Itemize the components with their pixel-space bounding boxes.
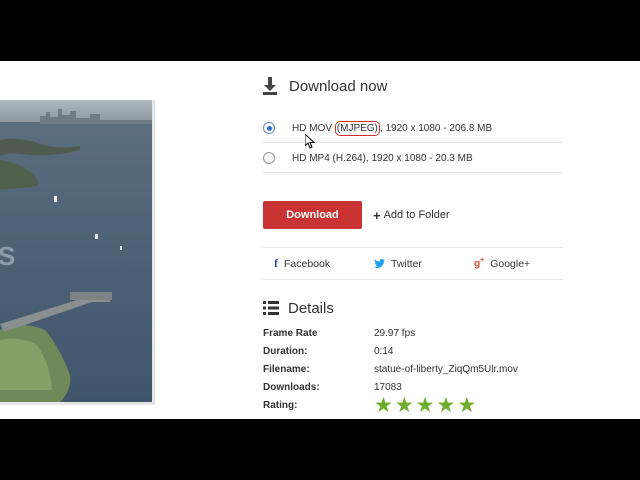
- share-row: f Facebook Twitter g+ Google+: [263, 247, 563, 280]
- share-twitter-label: Twitter: [391, 257, 422, 270]
- detail-row-duration: Duration: 0:14: [263, 343, 563, 361]
- detail-key: Downloads:: [263, 382, 320, 393]
- star-icon[interactable]: ★: [416, 395, 435, 416]
- detail-row-rating: Rating: ★ ★ ★ ★ ★: [263, 395, 563, 416]
- plus-icon: +: [373, 207, 381, 223]
- detail-value: 0:14: [374, 346, 394, 357]
- add-to-folder-button[interactable]: + Add to Folder: [373, 201, 450, 229]
- star-icon[interactable]: ★: [374, 395, 393, 416]
- star-icon[interactable]: ★: [436, 395, 455, 416]
- svg-text:S: S: [0, 241, 15, 271]
- download-heading: Download now: [263, 75, 387, 97]
- download-title: Download now: [289, 77, 388, 95]
- video-preview-image[interactable]: S: [0, 100, 155, 405]
- detail-row-filename: Filename: statue-of-liberty_ZiqQm5Ulr.mo…: [263, 361, 563, 379]
- detail-value: statue-of-liberty_ZiqQm5Ulr.mov: [374, 364, 518, 375]
- list-icon: [263, 301, 279, 315]
- aerial-harbor-image: S: [0, 100, 152, 402]
- share-facebook[interactable]: f Facebook: [274, 248, 330, 279]
- googleplus-icon: g+: [474, 257, 485, 270]
- share-googleplus[interactable]: g+ Google+: [474, 248, 530, 279]
- rating-stars[interactable]: ★ ★ ★ ★ ★: [374, 395, 478, 416]
- radio-hd-mp4[interactable]: [263, 152, 275, 164]
- detail-key: Frame Rate: [263, 328, 318, 339]
- twitter-icon: [374, 259, 385, 268]
- option-hd-mov-label: HD MOV (MJPEG), 1920 x 1080 - 206.8 MB: [292, 120, 493, 136]
- page: S Download now HD MOV (MJPEG), 1920 x 10…: [0, 61, 640, 419]
- star-icon[interactable]: ★: [395, 395, 414, 416]
- mouse-cursor-icon: [305, 134, 315, 149]
- download-button[interactable]: Download: [263, 201, 362, 229]
- details-heading: Details: [263, 297, 334, 319]
- star-icon[interactable]: ★: [457, 395, 476, 416]
- option-hd-mp4-label: HD MP4 (H.264), 1920 x 1080 - 20.3 MB: [292, 152, 473, 164]
- download-icon: [263, 77, 277, 95]
- details-title: Details: [288, 299, 334, 317]
- detail-key: Duration:: [263, 346, 308, 357]
- radio-hd-mov[interactable]: [263, 122, 275, 134]
- detail-row-frame-rate: Frame Rate 29.97 fps: [263, 325, 563, 343]
- share-googleplus-label: Google+: [490, 257, 531, 270]
- letterbox-top: [0, 0, 640, 61]
- facebook-icon: f: [274, 256, 278, 270]
- detail-value: 29.97 fps: [374, 328, 416, 339]
- detail-key: Rating:: [263, 400, 298, 411]
- detail-value: 17083: [374, 382, 402, 393]
- detail-key: Filename:: [263, 364, 310, 375]
- highlight-mjpeg: (MJPEG): [334, 120, 380, 136]
- letterbox-bottom: [0, 419, 640, 480]
- share-facebook-label: Facebook: [284, 257, 331, 270]
- add-to-folder-label: Add to Folder: [383, 209, 450, 221]
- share-twitter[interactable]: Twitter: [374, 248, 422, 279]
